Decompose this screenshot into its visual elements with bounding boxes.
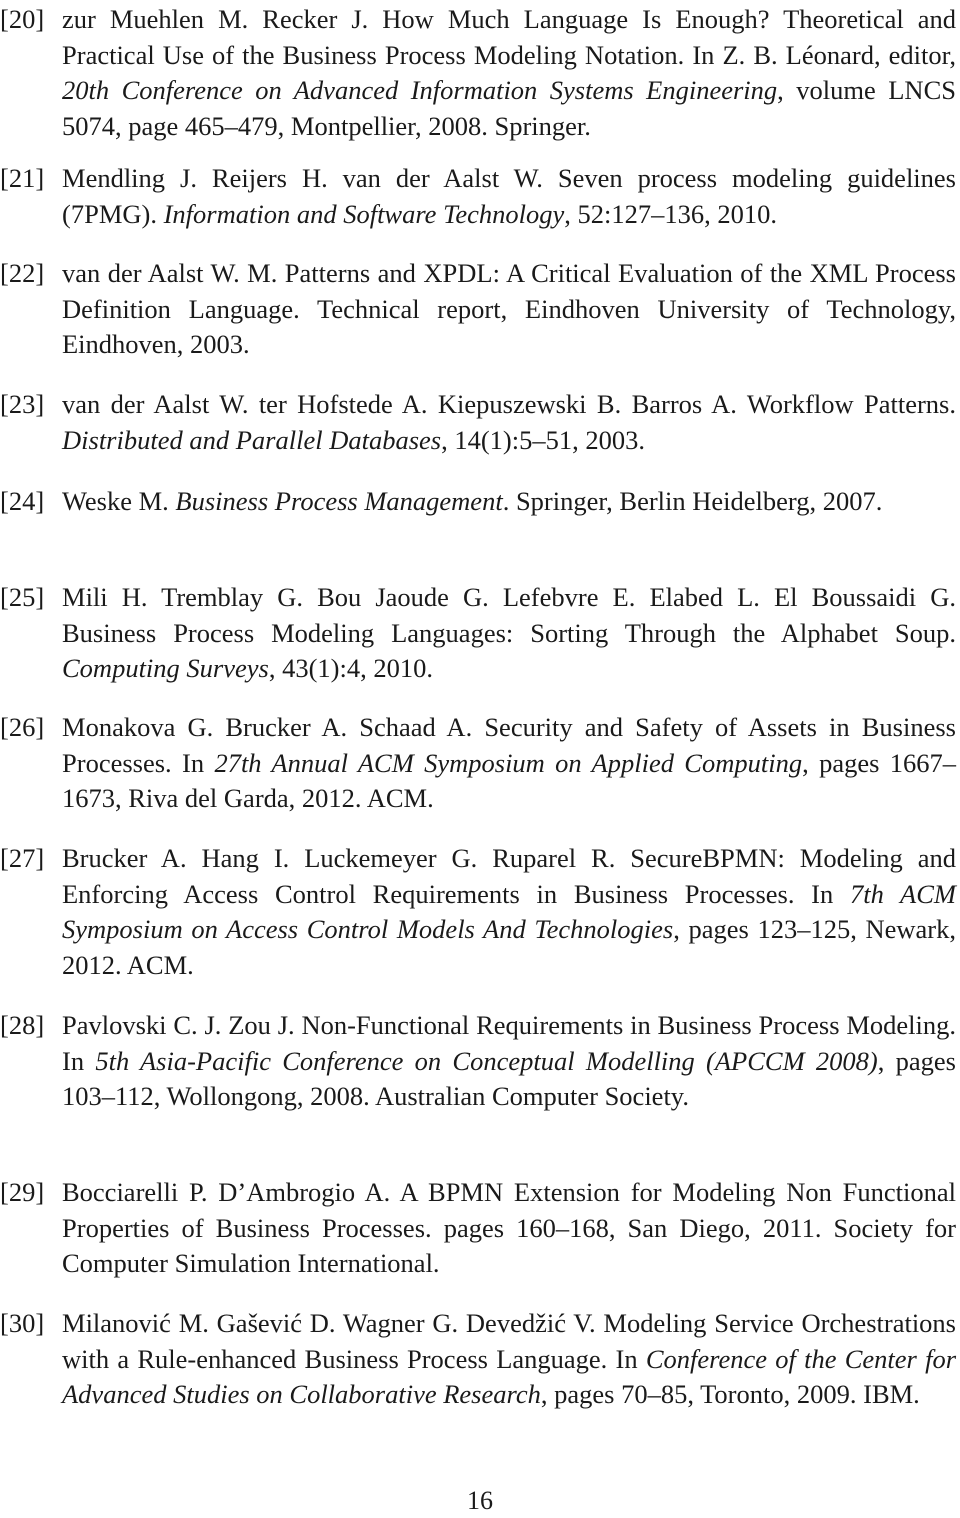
page-number: 16 [467,1486,493,1515]
reference-venue-italic: 5th Asia-Pacific Conference on Conceptua… [95,1045,878,1076]
reference-text: Bocciarelli P. D’Ambrogio A. A BPMN Exte… [62,1175,956,1282]
reference-entry: [20] zur Muehlen M. Recker J. How Much L… [0,2,956,144]
reference-label: [27] [0,843,45,873]
reference-entry: [30] Milanović M. Gašević D. Wagner G. D… [0,1306,956,1413]
reference-label: [24] [0,486,45,516]
reference-text: van der Aalst W. ter Hofstede A. Kiepusz… [62,387,956,458]
reference-entry: [24] Weske M. Business Process Managemen… [0,484,956,520]
reference-entry: [23] van der Aalst W. ter Hofstede A. Ki… [0,387,956,458]
reference-venue-italic: 27th Annual ACM Symposium on Applied Com… [214,747,803,778]
reference-entry: [27] Brucker A. Hang I. Luckemeyer G. Ru… [0,841,956,983]
reference-entry: [26] Monakova G. Brucker A. Schaad A. Se… [0,710,956,817]
reference-label: [21] [0,163,45,193]
reference-text-run: van der Aalst W. M. Patterns and XPDL: A… [62,258,956,360]
reference-label: [20] [0,4,45,34]
reference-label: [29] [0,1177,45,1207]
reference-entry: [22] van der Aalst W. M. Patterns and XP… [0,256,956,363]
reference-text: Mili H. Tremblay G. Bou Jaoude G. Lefebv… [62,580,956,687]
reference-text: zur Muehlen M. Recker J. How Much Langua… [62,2,956,144]
reference-label: [30] [0,1308,45,1338]
reference-label: [28] [0,1010,45,1040]
reference-entry: [21] Mendling J. Reijers H. van der Aals… [0,161,956,232]
reference-text-run: Weske M. [62,486,176,516]
reference-text-run: van der Aalst W. ter Hofstede A. Kiepusz… [62,389,956,419]
reference-text-run: , pages 70–85, Toronto, 2009. IBM. [540,1379,920,1410]
reference-venue-italic: Information and Software Technology [163,198,565,229]
reference-text-run: Mili H. Tremblay G. Bou Jaoude G. Lefebv… [62,582,956,648]
reference-entry: [28] Pavlovski C. J. Zou J. Non-Function… [0,1008,956,1115]
reference-text-run: , 43(1):4, 2010. [268,653,433,684]
reference-venue-italic: Business Process Management [175,486,503,516]
reference-text: Monakova G. Brucker A. Schaad A. Securit… [62,710,956,817]
reference-text-run: Bocciarelli P. D’Ambrogio A. A BPMN Exte… [62,1177,956,1279]
reference-text: Mendling J. Reijers H. van der Aalst W. … [62,161,956,232]
reference-venue-italic: Distributed and Parallel Databases [62,424,442,455]
reference-label: [23] [0,389,45,419]
reference-label: [25] [0,582,45,612]
reference-venue-italic: 20th Conference on Advanced Information … [62,75,778,106]
reference-venue-italic: Computing Surveys [62,653,269,684]
reference-text-run: Brucker A. Hang I. Luckemeyer G. Ruparel… [62,843,956,909]
reference-text-run: zur Muehlen M. Recker J. How Much Langua… [62,4,956,70]
reference-text-run: , 14(1):5–51, 2003. [441,424,645,455]
reference-text-run: . Springer, Berlin Heidelberg, 2007. [502,486,883,516]
reference-text: Weske M. Business Process Management. Sp… [62,484,956,520]
reference-text: Pavlovski C. J. Zou J. Non-Functional Re… [62,1008,956,1115]
reference-text-run: , 52:127–136, 2010. [564,198,778,229]
reference-text: Milanović M. Gašević D. Wagner G. Devedž… [62,1306,956,1413]
reference-text: van der Aalst W. M. Patterns and XPDL: A… [62,256,956,363]
reference-entry: [25] Mili H. Tremblay G. Bou Jaoude G. L… [0,580,956,687]
reference-text: Brucker A. Hang I. Luckemeyer G. Ruparel… [62,841,956,983]
reference-label: [26] [0,712,45,742]
reference-label: [22] [0,258,45,288]
reference-entry: [29] Bocciarelli P. D’Ambrogio A. A BPMN… [0,1175,956,1282]
